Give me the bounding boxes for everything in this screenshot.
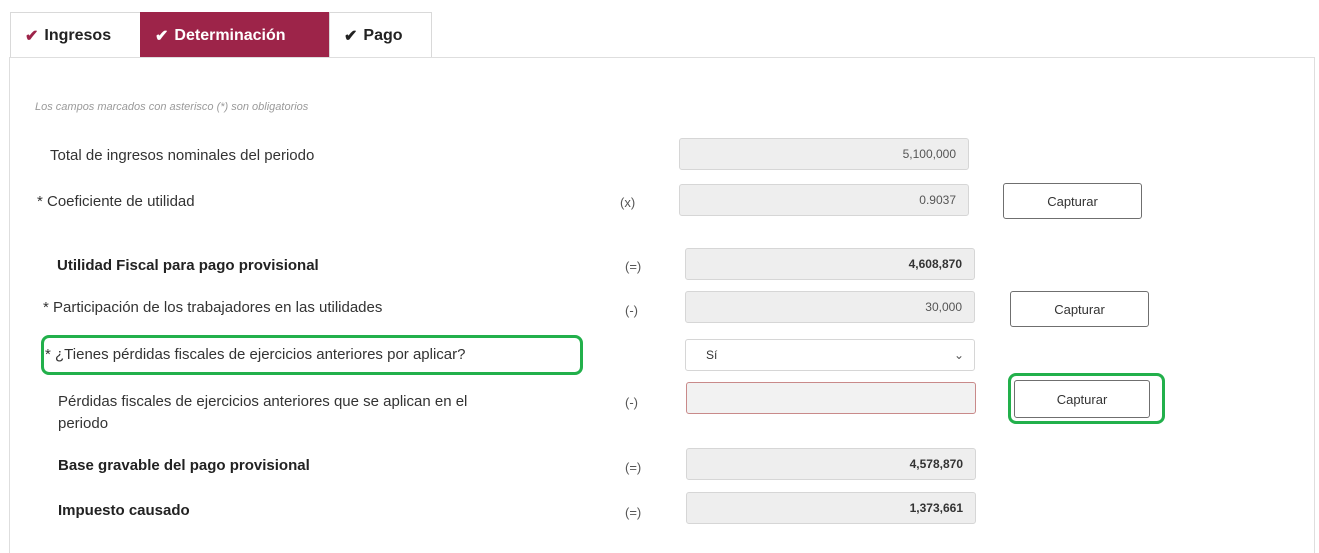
chevron-down-icon: ⌄ — [953, 348, 964, 362]
perdidas-aplicadas-label-line2: periodo — [58, 415, 109, 432]
capturar-ptu-button[interactable]: Capturar — [1010, 291, 1149, 327]
ptu-field: 30,000 — [685, 291, 975, 323]
ptu-operator: (-) — [625, 303, 638, 318]
coeficiente-operator: (x) — [620, 195, 636, 210]
perdidas-aplicadas-operator: (-) — [625, 395, 638, 410]
required-fields-note: Los campos marcados con asterisco (*) so… — [35, 101, 309, 113]
utilidad-fiscal-label: Utilidad Fiscal para pago provisional — [57, 257, 319, 274]
perdidas-aplicadas-field[interactable] — [686, 382, 976, 414]
tab-label: Determinación — [174, 26, 286, 44]
tab-pago[interactable]: ✔ Pago — [329, 12, 432, 58]
check-icon: ✔ — [25, 27, 39, 45]
capturar-coeficiente-button[interactable]: Capturar — [1003, 183, 1142, 219]
tab-label: Pago — [363, 26, 403, 44]
base-gravable-operator: (=) — [625, 460, 642, 475]
perdidas-aplicadas-label: Pérdidas fiscales de ejercicios anterior… — [58, 391, 467, 435]
tab-ingresos[interactable]: ✔ Ingresos — [10, 12, 141, 58]
check-icon: ✔ — [155, 27, 169, 45]
base-gravable-field: 4,578,870 — [686, 448, 976, 480]
total-ingresos-label: Total de ingresos nominales del periodo — [50, 147, 315, 164]
tab-label: Ingresos — [44, 26, 112, 44]
tab-bar: ✔ Ingresos ✔ Determinación ✔ Pago — [10, 12, 432, 58]
impuesto-causado-operator: (=) — [625, 505, 642, 520]
highlight-perdidas-question — [41, 335, 583, 375]
perdidas-aplicadas-label-line1: Pérdidas fiscales de ejercicios anterior… — [58, 393, 468, 410]
impuesto-causado-label: Impuesto causado — [58, 502, 190, 519]
coeficiente-field: 0.9037 — [679, 184, 969, 216]
utilidad-fiscal-field: 4,608,870 — [685, 248, 975, 280]
impuesto-causado-field: 1,373,661 — [686, 492, 976, 524]
utilidad-fiscal-operator: (=) — [625, 259, 642, 274]
perdidas-select[interactable]: Sí ⌄ — [685, 339, 975, 371]
perdidas-select-value: Sí — [706, 348, 718, 362]
tab-determinacion[interactable]: ✔ Determinación — [140, 12, 330, 58]
base-gravable-label: Base gravable del pago provisional — [58, 457, 310, 474]
coeficiente-label: * Coeficiente de utilidad — [37, 193, 195, 210]
ptu-label: * Participación de los trabajadores en l… — [43, 299, 383, 316]
highlight-capturar-perdidas — [1008, 373, 1165, 424]
check-icon: ✔ — [344, 27, 358, 45]
total-ingresos-field: 5,100,000 — [679, 138, 969, 170]
